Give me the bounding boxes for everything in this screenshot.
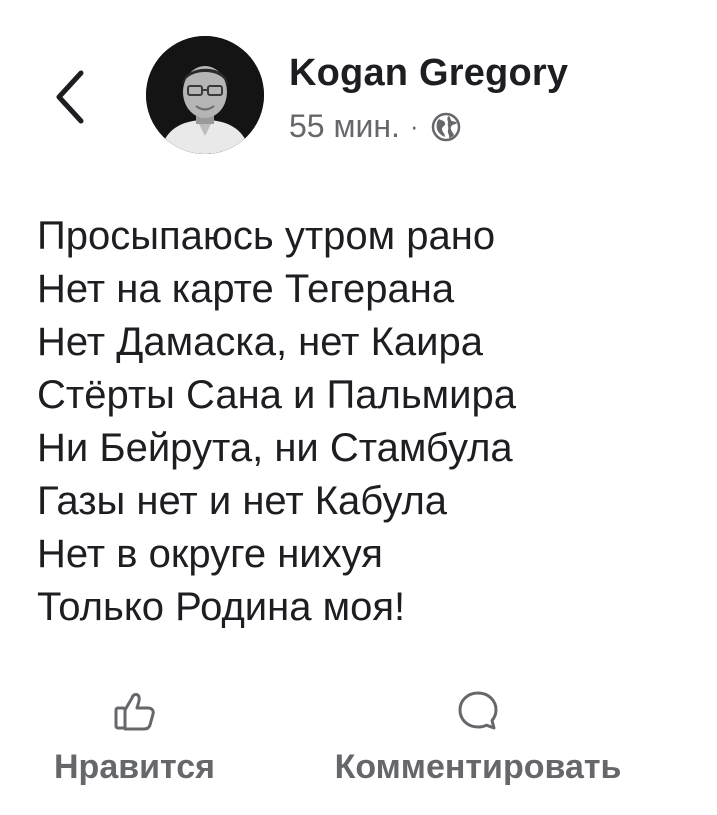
post-line: Только Родина моя! xyxy=(37,585,406,629)
post-line: Нет на карте Тегерана xyxy=(37,267,455,311)
like-label: Нравится xyxy=(54,748,215,786)
author-name[interactable]: Kogan Gregory xyxy=(289,52,568,95)
globe-icon xyxy=(429,110,463,144)
post-line: Стёрты Сана и Пальмира xyxy=(37,373,517,417)
comment-button[interactable]: Комментировать xyxy=(303,686,653,787)
post-line: Просыпаюсь утром рано xyxy=(37,214,496,258)
post-line: Нет Дамаска, нет Каира xyxy=(37,320,483,364)
back-button[interactable] xyxy=(40,62,100,132)
post-text: Просыпаюсь утром рано Нет на карте Тегер… xyxy=(37,210,697,634)
post-line: Нет в округе нихуя xyxy=(37,532,383,576)
like-button[interactable]: Нравится xyxy=(37,686,232,787)
post-time[interactable]: 55 мин. xyxy=(289,108,400,145)
post-meta: 55 мин. · xyxy=(289,108,463,145)
chevron-left-icon xyxy=(56,70,84,124)
post-line: Ни Бейрута, ни Стамбула xyxy=(37,426,513,470)
meta-separator: · xyxy=(409,111,419,141)
comment-bubble-icon xyxy=(455,686,501,736)
avatar[interactable] xyxy=(146,36,264,154)
post-view: Kogan Gregory 55 мин. · Просыпаюсь утром… xyxy=(0,0,717,815)
avatar-photo xyxy=(146,36,264,154)
post-line: Газы нет и нет Кабула xyxy=(37,479,448,523)
thumbs-up-icon xyxy=(112,686,158,736)
comment-label: Комментировать xyxy=(334,748,622,786)
